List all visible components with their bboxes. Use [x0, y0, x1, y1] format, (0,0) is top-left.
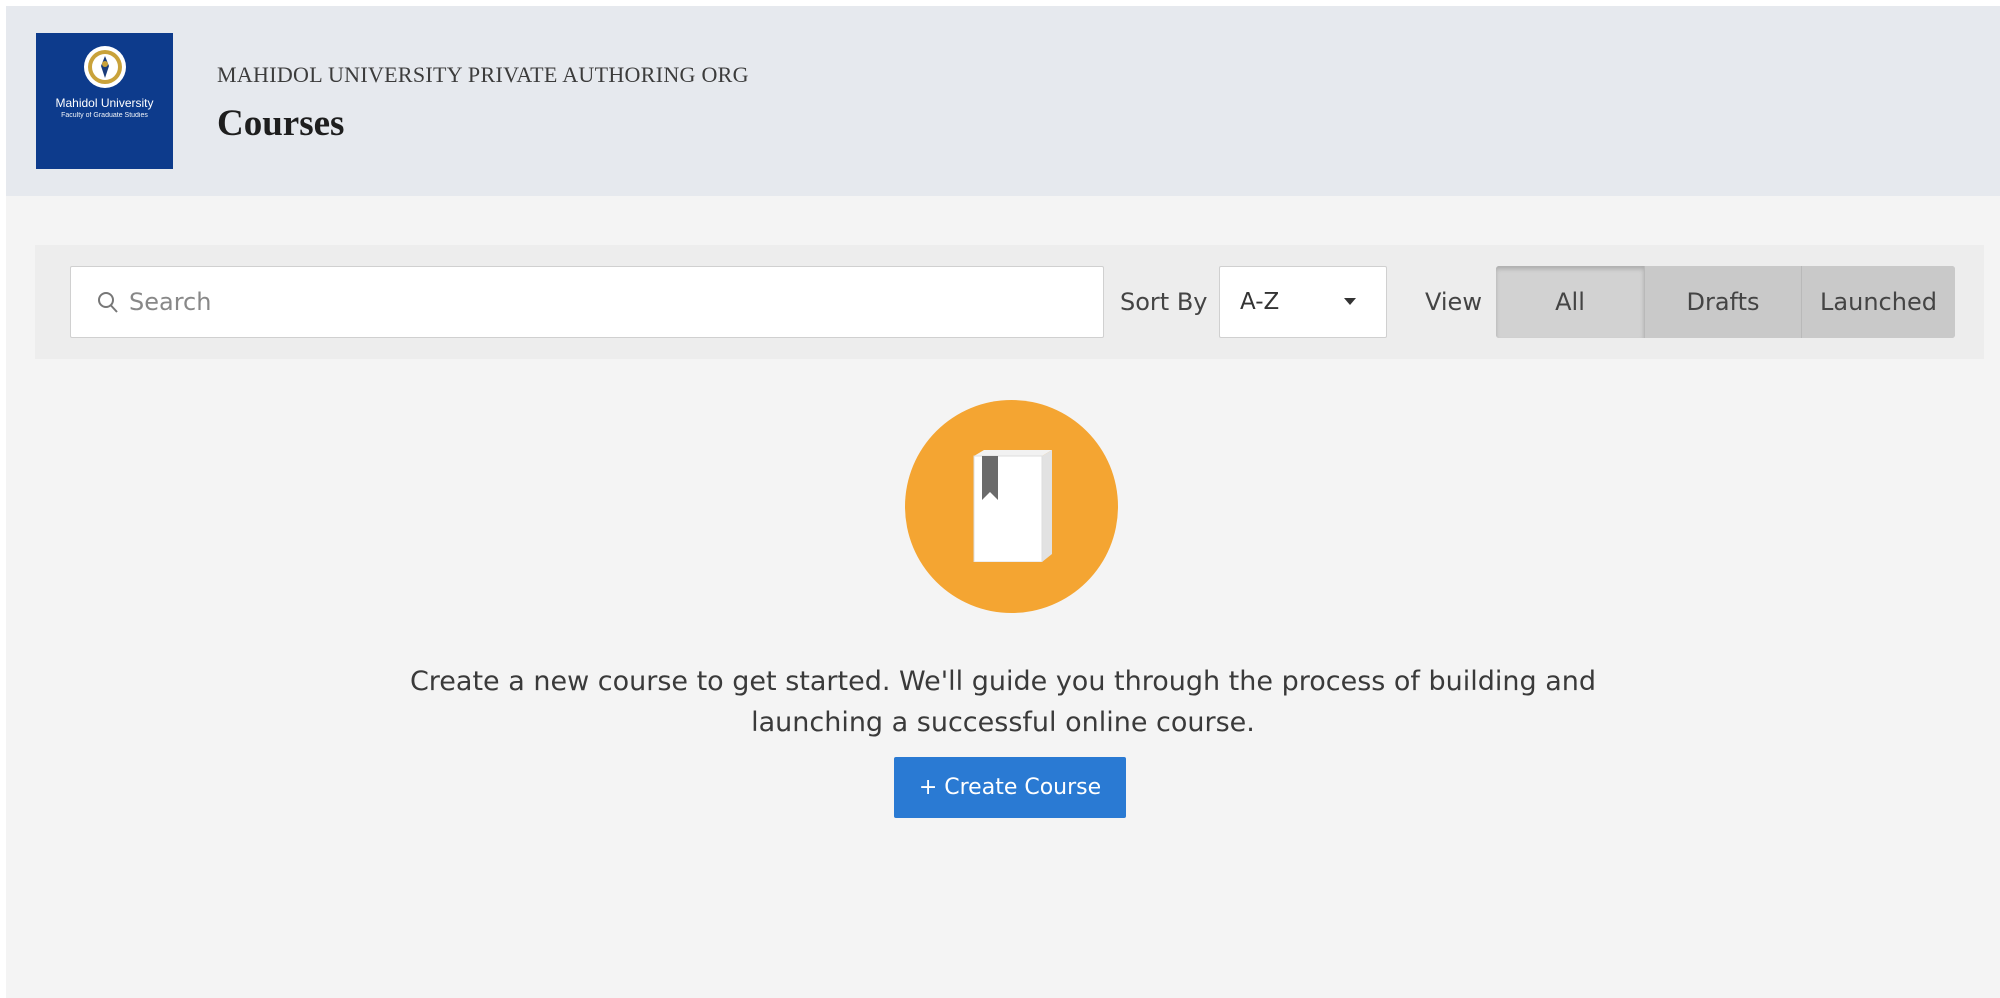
- university-seal-icon: [83, 46, 126, 88]
- logo-name: Mahidol University: [55, 96, 154, 110]
- page-header: Mahidol University Faculty of Graduate S…: [6, 6, 2000, 196]
- view-label: View: [1425, 288, 1482, 316]
- view-filter-group: All Drafts Launched: [1496, 266, 1955, 338]
- course-toolbar: Sort By A-Z View All Drafts Launched: [35, 245, 1984, 359]
- search-field[interactable]: [70, 266, 1104, 338]
- sort-select-value: A-Z: [1240, 289, 1280, 315]
- empty-state-icon: [905, 400, 1118, 613]
- view-drafts-button[interactable]: Drafts: [1644, 266, 1801, 338]
- sort-by-label: Sort By: [1120, 288, 1208, 316]
- empty-state-message: Create a new course to get started. We'l…: [409, 666, 1597, 738]
- view-launched-button[interactable]: Launched: [1801, 266, 1955, 338]
- logo-subtitle: Faculty of Graduate Studies: [61, 112, 148, 119]
- app-frame: Mahidol University Faculty of Graduate S…: [6, 6, 2000, 998]
- create-course-button[interactable]: + Create Course: [894, 757, 1126, 818]
- search-icon: [98, 292, 118, 313]
- org-logo: Mahidol University Faculty of Graduate S…: [36, 33, 173, 169]
- caret-down-icon: [1344, 298, 1356, 305]
- sort-select[interactable]: A-Z: [1219, 266, 1387, 338]
- page-title: Courses: [217, 103, 345, 144]
- book-icon: [973, 450, 1052, 562]
- org-name: MAHIDOL UNIVERSITY PRIVATE AUTHORING ORG: [217, 62, 749, 87]
- view-all-button[interactable]: All: [1496, 266, 1644, 338]
- search-input[interactable]: [129, 267, 1089, 337]
